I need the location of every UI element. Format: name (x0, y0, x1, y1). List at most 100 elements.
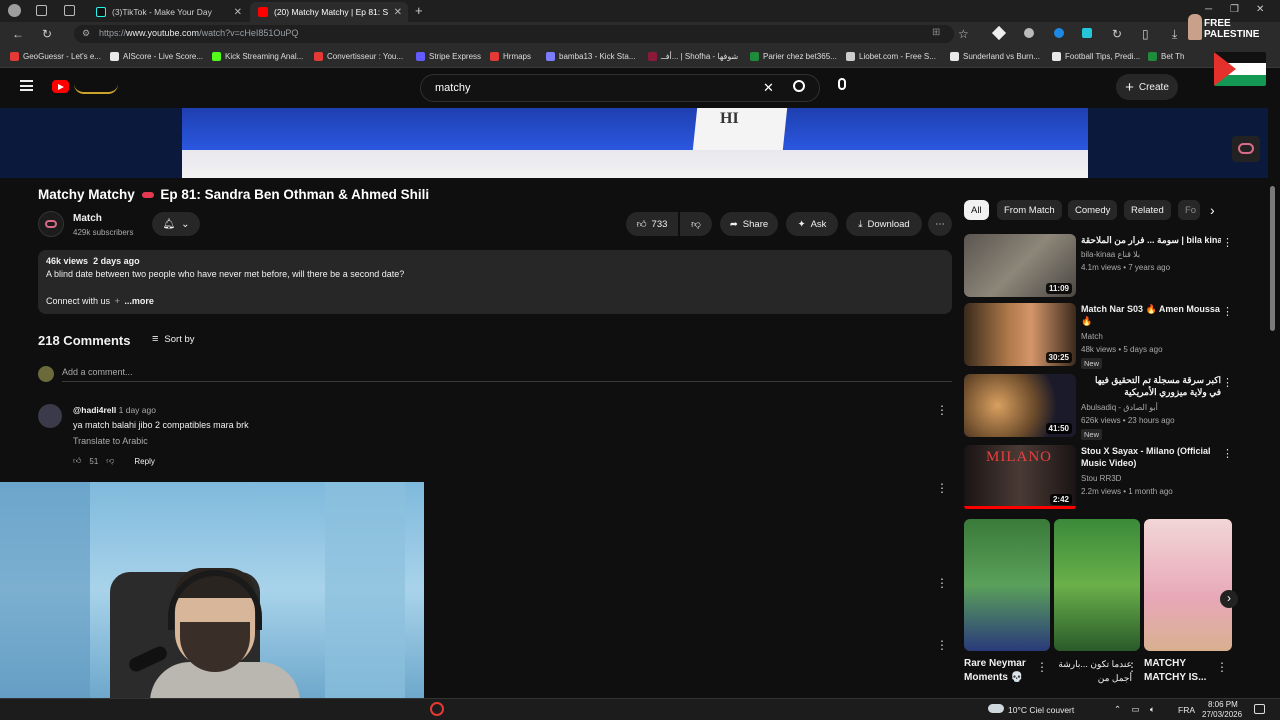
like-button[interactable]: 👍︎ 733 (626, 212, 678, 236)
bookmark-item[interactable]: Parier chez bet365... (750, 52, 837, 61)
extension-icon-4[interactable] (1082, 28, 1092, 38)
extension-icon-1[interactable] (991, 25, 1007, 41)
chip-related[interactable]: Related (1124, 200, 1171, 220)
close-icon[interactable]: ✕ (234, 7, 242, 18)
thumbs-up-icon[interactable]: 👍︎ (73, 456, 81, 466)
taskbar-app-icon[interactable] (430, 702, 444, 716)
comment-menu-icon[interactable]: ⋮ (936, 576, 948, 590)
bookmark-item[interactable]: Sunderland vs Burn... (950, 52, 1040, 61)
bookmark-star-icon[interactable]: ☆ (958, 27, 969, 41)
clear-search-icon[interactable]: ✕ (763, 80, 774, 96)
more-vertical-icon[interactable]: ⋮ (1222, 447, 1233, 460)
download-icon[interactable]: ⤓ (1172, 27, 1177, 42)
bookmark-item[interactable]: Bet Th (1148, 52, 1184, 61)
install-app-icon[interactable]: ⊞ (932, 27, 940, 38)
more-vertical-icon[interactable]: ⋮ (1222, 236, 1233, 249)
notification-icon[interactable] (1254, 704, 1265, 714)
comment-menu-icon[interactable]: ⋮ (936, 403, 948, 417)
voice-search-button[interactable] (838, 78, 846, 90)
recommendation-title[interactable]: اكبر سرقة مسجلة تم التحقيق فيها في ولاية… (1081, 374, 1221, 398)
recommendation-channel[interactable]: Abulsadiq - أبو الصادق (1081, 403, 1158, 412)
recommendation-channel[interactable]: Match (1081, 332, 1103, 341)
create-button[interactable]: + Create (1116, 74, 1178, 100)
comment-author[interactable]: @hadi4rell 1 day ago (73, 405, 156, 415)
short-title[interactable]: Rare Neymar Moments 💀 (964, 657, 1042, 685)
weather-text[interactable]: 10°C Ciel couvert (1008, 705, 1074, 715)
chip-from-match[interactable]: From Match (997, 200, 1062, 220)
video-player[interactable]: HI (0, 108, 1268, 178)
short-title[interactable]: عندما تكون ...بارشة أجمل من (1054, 657, 1132, 685)
short-thumbnail[interactable] (1054, 519, 1140, 651)
workspaces-icon[interactable] (36, 5, 47, 16)
clock-time[interactable]: 8:06 PM (1208, 700, 1238, 709)
ask-button[interactable]: ✦ Ask (786, 212, 838, 236)
bookmark-item[interactable]: bamba13 - Kick Sta... (546, 52, 635, 61)
chip-comedy[interactable]: Comedy (1068, 200, 1118, 220)
tab-youtube[interactable]: (20) Matchy Matchy | Ep 81: S ✕ (250, 2, 408, 22)
more-vertical-icon[interactable]: ⋮ (1126, 660, 1138, 674)
shorts-next-button[interactable]: › (1220, 590, 1238, 608)
short-title[interactable]: MATCHY MATCHY IS... (1144, 657, 1222, 685)
new-tab-button[interactable]: + (415, 3, 423, 18)
language-indicator[interactable]: FRA (1178, 705, 1195, 715)
thumbs-down-icon[interactable]: 👎︎ (106, 456, 114, 466)
channel-watermark-icon[interactable] (1232, 136, 1260, 162)
more-vertical-icon[interactable]: ⋮ (1216, 660, 1228, 674)
tab-actions-icon[interactable] (64, 5, 75, 16)
description-box[interactable]: 46k views 2 days ago A blind date betwee… (38, 250, 952, 314)
video-thumbnail[interactable]: 30:25 (964, 303, 1076, 366)
recommendation-item[interactable]: 30:25 Match Nar S03 🔥 Amen Moussa 🔥 Matc… (964, 303, 1254, 369)
subscription-bell-button[interactable]: 🔔︎ ⌄ (152, 212, 200, 236)
bookmark-item[interactable]: Convertisseur : You... (314, 52, 403, 61)
bookmark-item[interactable]: Football Tips, Predi... (1052, 52, 1140, 61)
bookmark-item[interactable]: أفــ... | Shofha - شوفها (648, 52, 738, 61)
site-info-icon[interactable]: ⚙ (82, 28, 90, 39)
recommendation-item[interactable]: MILANO 2:42 Stou X Sayax - Milano (Offic… (964, 445, 1254, 509)
chip-all[interactable]: All (964, 200, 989, 220)
menu-icon[interactable] (20, 80, 33, 91)
extension-icon-3[interactable] (1054, 28, 1064, 38)
channel-name[interactable]: Match (73, 213, 102, 224)
sort-by-button[interactable]: ≡ Sort by (152, 333, 195, 345)
translate-link[interactable]: Translate to Arabic (73, 436, 148, 446)
recommendation-title[interactable]: Stou X Sayax - Milano (Official Music Vi… (1081, 445, 1221, 469)
bookmark-item[interactable]: Liobet.com - Free S... (846, 52, 936, 61)
recommendation-item[interactable]: 41:50 اكبر سرقة مسجلة تم التحقيق فيها في… (964, 374, 1254, 440)
show-more-link[interactable]: ...more (124, 296, 154, 306)
bookmark-item[interactable]: Hrmaps (490, 52, 531, 61)
short-thumbnail[interactable] (964, 519, 1050, 651)
share-button[interactable]: ➦ Share (720, 212, 778, 236)
recommendation-channel[interactable]: Stou RR3D (1081, 474, 1121, 483)
tray-icons[interactable]: ⌃ ▭ 🔈︎ (1114, 704, 1159, 715)
page-scrollbar[interactable] (1270, 186, 1275, 331)
short-thumbnail[interactable] (1144, 519, 1232, 651)
download-button[interactable]: ⤓ Download (846, 212, 922, 236)
recommendation-title[interactable]: Match Nar S03 🔥 Amen Moussa 🔥 (1081, 303, 1221, 327)
clock-date[interactable]: 27/03/2026 (1202, 710, 1242, 719)
search-input[interactable]: matchy ✕ (420, 74, 820, 102)
extension-icon-2[interactable] (1024, 28, 1034, 38)
reload-icon[interactable]: ↻ (42, 27, 52, 41)
youtube-logo[interactable] (52, 80, 69, 93)
comment-author-avatar[interactable] (38, 404, 62, 428)
more-vertical-icon[interactable]: ⋮ (1036, 660, 1048, 674)
bookmark-item[interactable]: GeoGuessr - Let's e... (10, 52, 101, 61)
more-actions-button[interactable]: ⋯ (928, 212, 952, 236)
video-thumbnail[interactable]: 11:09 (964, 234, 1076, 297)
reply-button[interactable]: Reply (134, 457, 154, 466)
dislike-button[interactable]: 👎︎ (680, 212, 712, 236)
search-icon[interactable] (793, 80, 805, 92)
recommendation-item[interactable]: 11:09 سومة ... فرار من الملاحقة | bila k… (964, 234, 1254, 298)
add-comment-input[interactable]: Add a comment... (62, 367, 133, 377)
comment-menu-icon[interactable]: ⋮ (936, 638, 948, 652)
profile-icon[interactable] (8, 4, 21, 17)
video-thumbnail[interactable]: MILANO 2:42 (964, 445, 1076, 508)
more-vertical-icon[interactable]: ⋮ (1222, 376, 1233, 389)
more-vertical-icon[interactable]: ⋮ (1222, 305, 1233, 318)
chip-more[interactable]: Fo (1178, 200, 1200, 220)
channel-avatar[interactable] (38, 211, 64, 237)
comment-menu-icon[interactable]: ⋮ (936, 481, 948, 495)
tab-tiktok[interactable]: (3)TikTok - Make Your Day ✕ (88, 2, 248, 22)
close-icon[interactable]: ✕ (394, 7, 402, 18)
bookmark-item[interactable]: Stripe Express (416, 52, 481, 61)
